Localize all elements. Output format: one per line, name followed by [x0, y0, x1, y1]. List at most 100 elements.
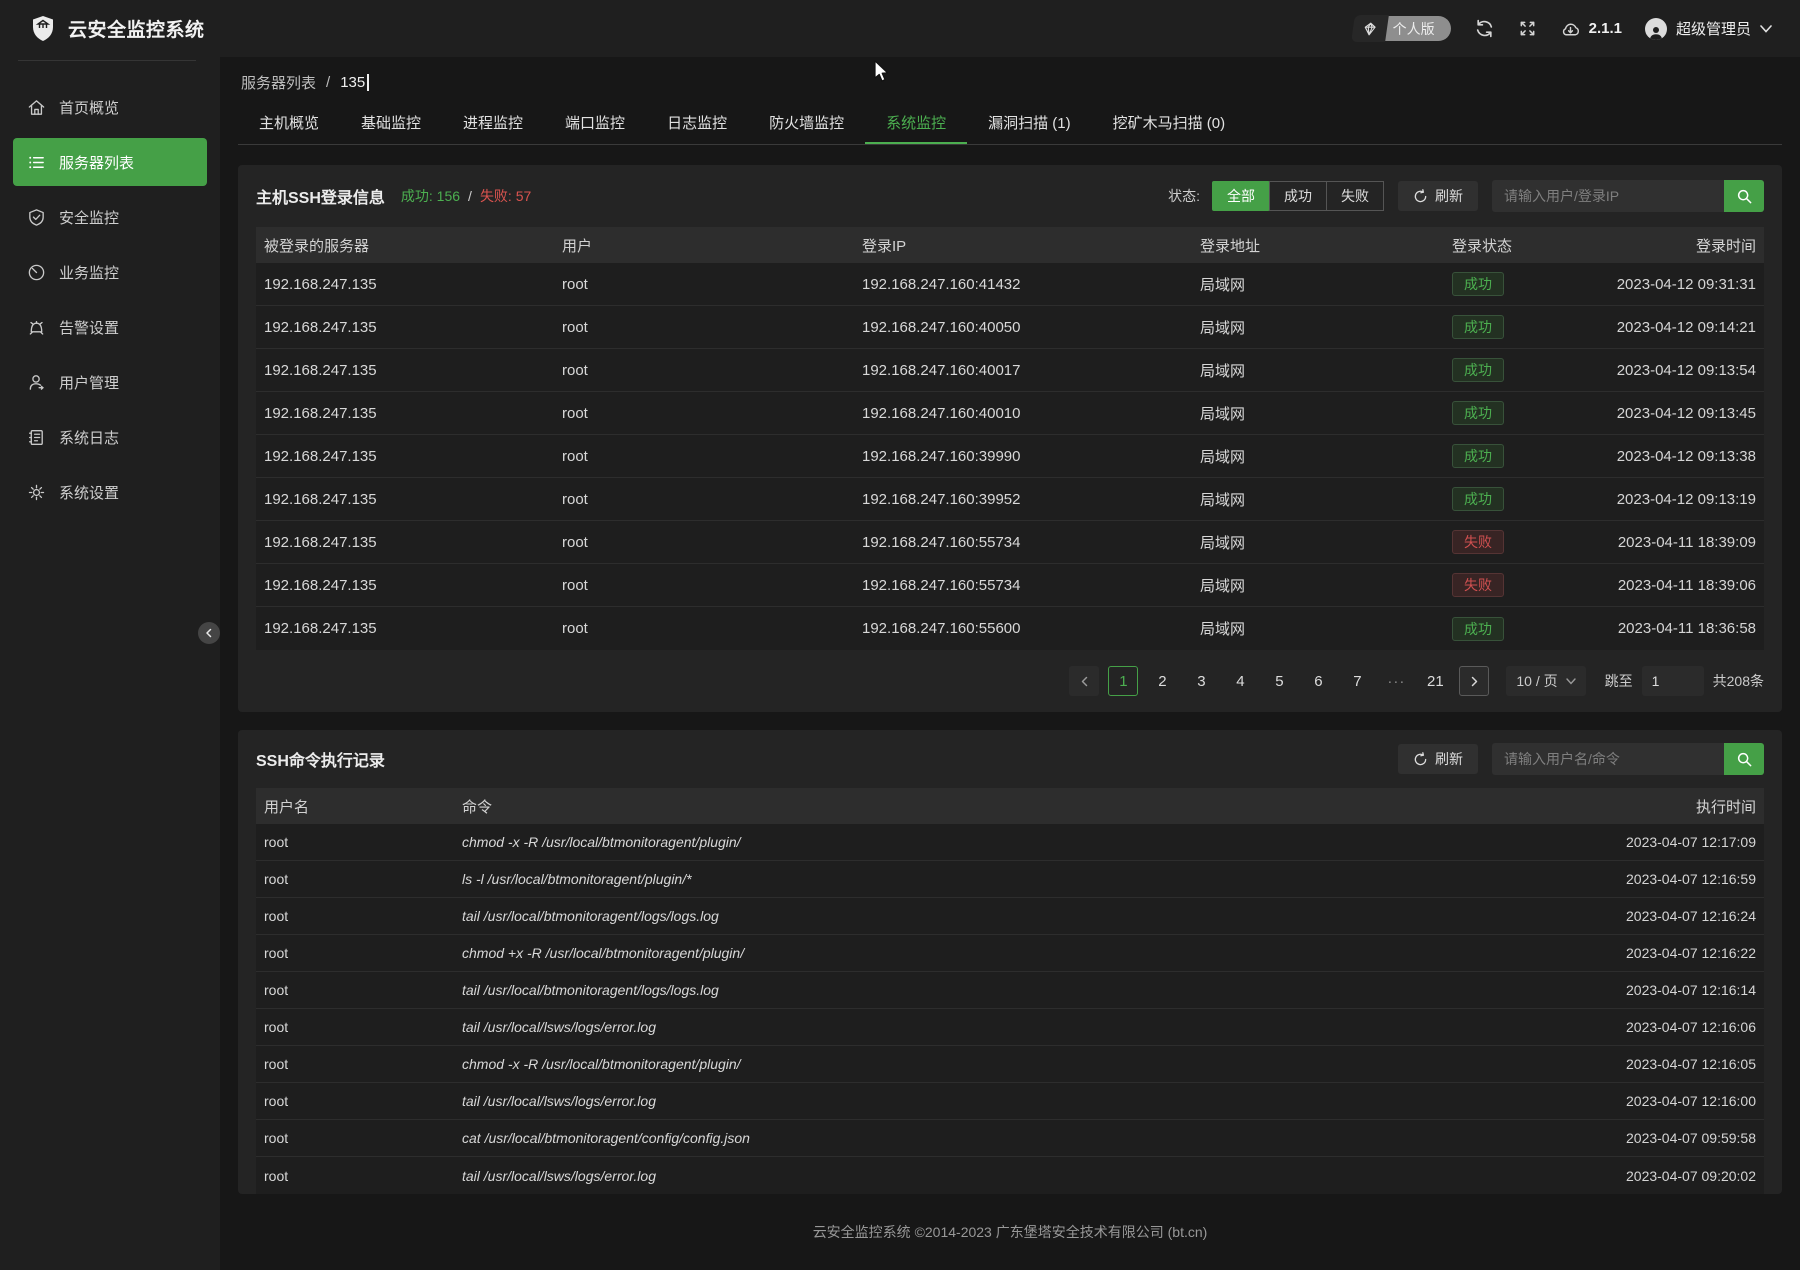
cmd-table-row: root tail /usr/local/lsws/logs/error.log… [256, 1157, 1764, 1194]
sidebar-item-system-logs[interactable]: 系统日志 [13, 413, 207, 461]
fullscreen-button[interactable] [1518, 19, 1537, 38]
cell-exec-time: 2023-04-07 12:16:05 [1476, 1056, 1756, 1072]
tab-port-monitor[interactable]: 端口监控 [544, 103, 646, 144]
status-filter-all[interactable]: 全部 [1212, 181, 1270, 211]
cell-login-ip: 192.168.247.160:55600 [862, 620, 1200, 637]
cmd-table-row: root cat /usr/local/btmonitoragent/confi… [256, 1120, 1764, 1157]
sidebar-item-server-list[interactable]: 服务器列表 [13, 138, 207, 186]
page-number[interactable]: 7 [1342, 666, 1372, 696]
sidebar-item-business-monitor[interactable]: 业务监控 [13, 248, 207, 296]
breadcrumb-root[interactable]: 服务器列表 [241, 72, 316, 93]
gauge-icon [27, 263, 46, 282]
col-location: 登录地址 [1200, 235, 1452, 256]
username: 超级管理员 [1676, 18, 1751, 39]
pagination-next-button[interactable] [1459, 666, 1489, 696]
login-search-button[interactable] [1724, 180, 1764, 212]
tab-vuln-scan[interactable]: 漏洞扫描 (1) [967, 103, 1092, 144]
edition-badge[interactable]: 个人版 [1353, 15, 1451, 42]
version-indicator[interactable]: 2.1.1 [1560, 20, 1622, 38]
login-table-body: 192.168.247.135 root 192.168.247.160:414… [256, 263, 1764, 650]
login-search [1492, 180, 1764, 212]
total-count: 共208条 [1713, 671, 1764, 691]
sync-refresh-button[interactable] [1474, 18, 1495, 39]
home-icon [27, 98, 46, 117]
cell-login-ip: 192.168.247.160:40017 [862, 362, 1200, 379]
sidebar-item-security-monitor[interactable]: 安全监控 [13, 193, 207, 241]
cell-exec-time: 2023-04-07 12:16:24 [1476, 908, 1756, 924]
col-login-ip: 登录IP [862, 235, 1200, 256]
user-menu[interactable]: 超级管理员 [1645, 18, 1772, 40]
cell-location: 局域网 [1200, 317, 1452, 338]
tab-mining-trojan-scan[interactable]: 挖矿木马扫描 (0) [1092, 103, 1247, 144]
tab-firewall-monitor[interactable]: 防火墙监控 [748, 103, 865, 144]
sidebar-item-label: 告警设置 [59, 317, 119, 338]
jump-page-input[interactable] [1642, 666, 1704, 696]
cmd-search-button[interactable] [1724, 743, 1764, 775]
page-number[interactable]: 6 [1303, 666, 1333, 696]
page-number[interactable]: 5 [1264, 666, 1294, 696]
cmd-table-row: root chmod -x -R /usr/local/btmonitorage… [256, 824, 1764, 861]
app-logo: 云安全监控系统 [0, 15, 220, 42]
chevron-left-icon [1080, 676, 1089, 687]
fullscreen-icon [1518, 19, 1537, 38]
shield-logo-icon [31, 15, 55, 42]
page-size-select[interactable]: 10 / 页 [1506, 666, 1585, 696]
page-number[interactable]: 3 [1186, 666, 1216, 696]
app-window: 云安全监控系统 个人版 [0, 0, 1800, 1270]
status-filter-fail[interactable]: 失败 [1326, 181, 1384, 211]
tab-host-overview[interactable]: 主机概览 [238, 103, 340, 144]
cell-server: 192.168.247.135 [264, 534, 562, 551]
status-filter-success[interactable]: 成功 [1269, 181, 1327, 211]
tab-process-monitor[interactable]: 进程监控 [442, 103, 544, 144]
version-label: 2.1.1 [1589, 20, 1622, 37]
cell-server: 192.168.247.135 [264, 448, 562, 465]
cell-user: root [562, 534, 862, 551]
sidebar-item-system-settings[interactable]: 系统设置 [13, 468, 207, 516]
cell-command: chmod +x -R /usr/local/btmonitoragent/pl… [462, 945, 1476, 961]
login-refresh-button[interactable]: 刷新 [1398, 181, 1478, 211]
tab-basic-monitor[interactable]: 基础监控 [340, 103, 442, 144]
cmd-table-body: root chmod -x -R /usr/local/btmonitorage… [256, 824, 1764, 1194]
caret-down-icon [1760, 25, 1772, 33]
cell-username: root [264, 1056, 462, 1072]
cell-exec-time: 2023-04-07 12:16:06 [1476, 1019, 1756, 1035]
sidebar-item-label: 安全监控 [59, 207, 119, 228]
tab-log-monitor[interactable]: 日志监控 [646, 103, 748, 144]
page-number[interactable]: 1 [1108, 666, 1138, 696]
sidebar-item-home-overview[interactable]: 首页概览 [13, 83, 207, 131]
cell-command: tail /usr/local/lsws/logs/error.log [462, 1019, 1476, 1035]
shield-check-icon [27, 208, 46, 227]
sidebar-collapse-button[interactable] [198, 622, 220, 644]
login-search-input[interactable] [1492, 180, 1724, 212]
user-icon [27, 373, 46, 392]
cmd-search-input[interactable] [1492, 743, 1724, 775]
sidebar-item-alert-settings[interactable]: 告警设置 [13, 303, 207, 351]
ssh-login-panel: 主机SSH登录信息 成功: 156 / 失败: 57 状态: 全部 成功 失败 [238, 165, 1782, 712]
page-number[interactable]: 21 [1420, 666, 1450, 696]
pagination-prev-button[interactable] [1069, 666, 1099, 696]
page-number[interactable]: ··· [1381, 666, 1411, 696]
sidebar: 首页概览 服务器列表 安全监控 [0, 57, 220, 1270]
login-stats: 成功: 156 / 失败: 57 [401, 186, 531, 206]
cell-exec-time: 2023-04-07 12:16:22 [1476, 945, 1756, 961]
tab-system-monitor[interactable]: 系统监控 [865, 103, 967, 144]
cell-time: 2023-04-12 09:13:38 [1610, 448, 1756, 465]
sidebar-item-user-management[interactable]: 用户管理 [13, 358, 207, 406]
sidebar-item-label: 用户管理 [59, 372, 119, 393]
chevron-left-icon [204, 628, 214, 638]
page-number[interactable]: 2 [1147, 666, 1177, 696]
cell-command: chmod -x -R /usr/local/btmonitoragent/pl… [462, 834, 1476, 850]
ssh-cmd-panel: SSH命令执行记录 刷新 [238, 730, 1782, 1194]
breadcrumb-current[interactable]: 135 [340, 74, 369, 91]
sync-icon [1474, 18, 1495, 39]
cell-location: 局域网 [1200, 274, 1452, 295]
list-icon [27, 153, 46, 172]
page-number[interactable]: 4 [1225, 666, 1255, 696]
cell-login-ip: 192.168.247.160:55734 [862, 577, 1200, 594]
cell-user: root [562, 448, 862, 465]
sidebar-item-label: 系统日志 [59, 427, 119, 448]
cell-command: cat /usr/local/btmonitoragent/config/con… [462, 1130, 1476, 1146]
cmd-refresh-button[interactable]: 刷新 [1398, 744, 1478, 774]
cell-location: 局域网 [1200, 618, 1452, 639]
login-table-row: 192.168.247.135 root 192.168.247.160:399… [256, 435, 1764, 478]
